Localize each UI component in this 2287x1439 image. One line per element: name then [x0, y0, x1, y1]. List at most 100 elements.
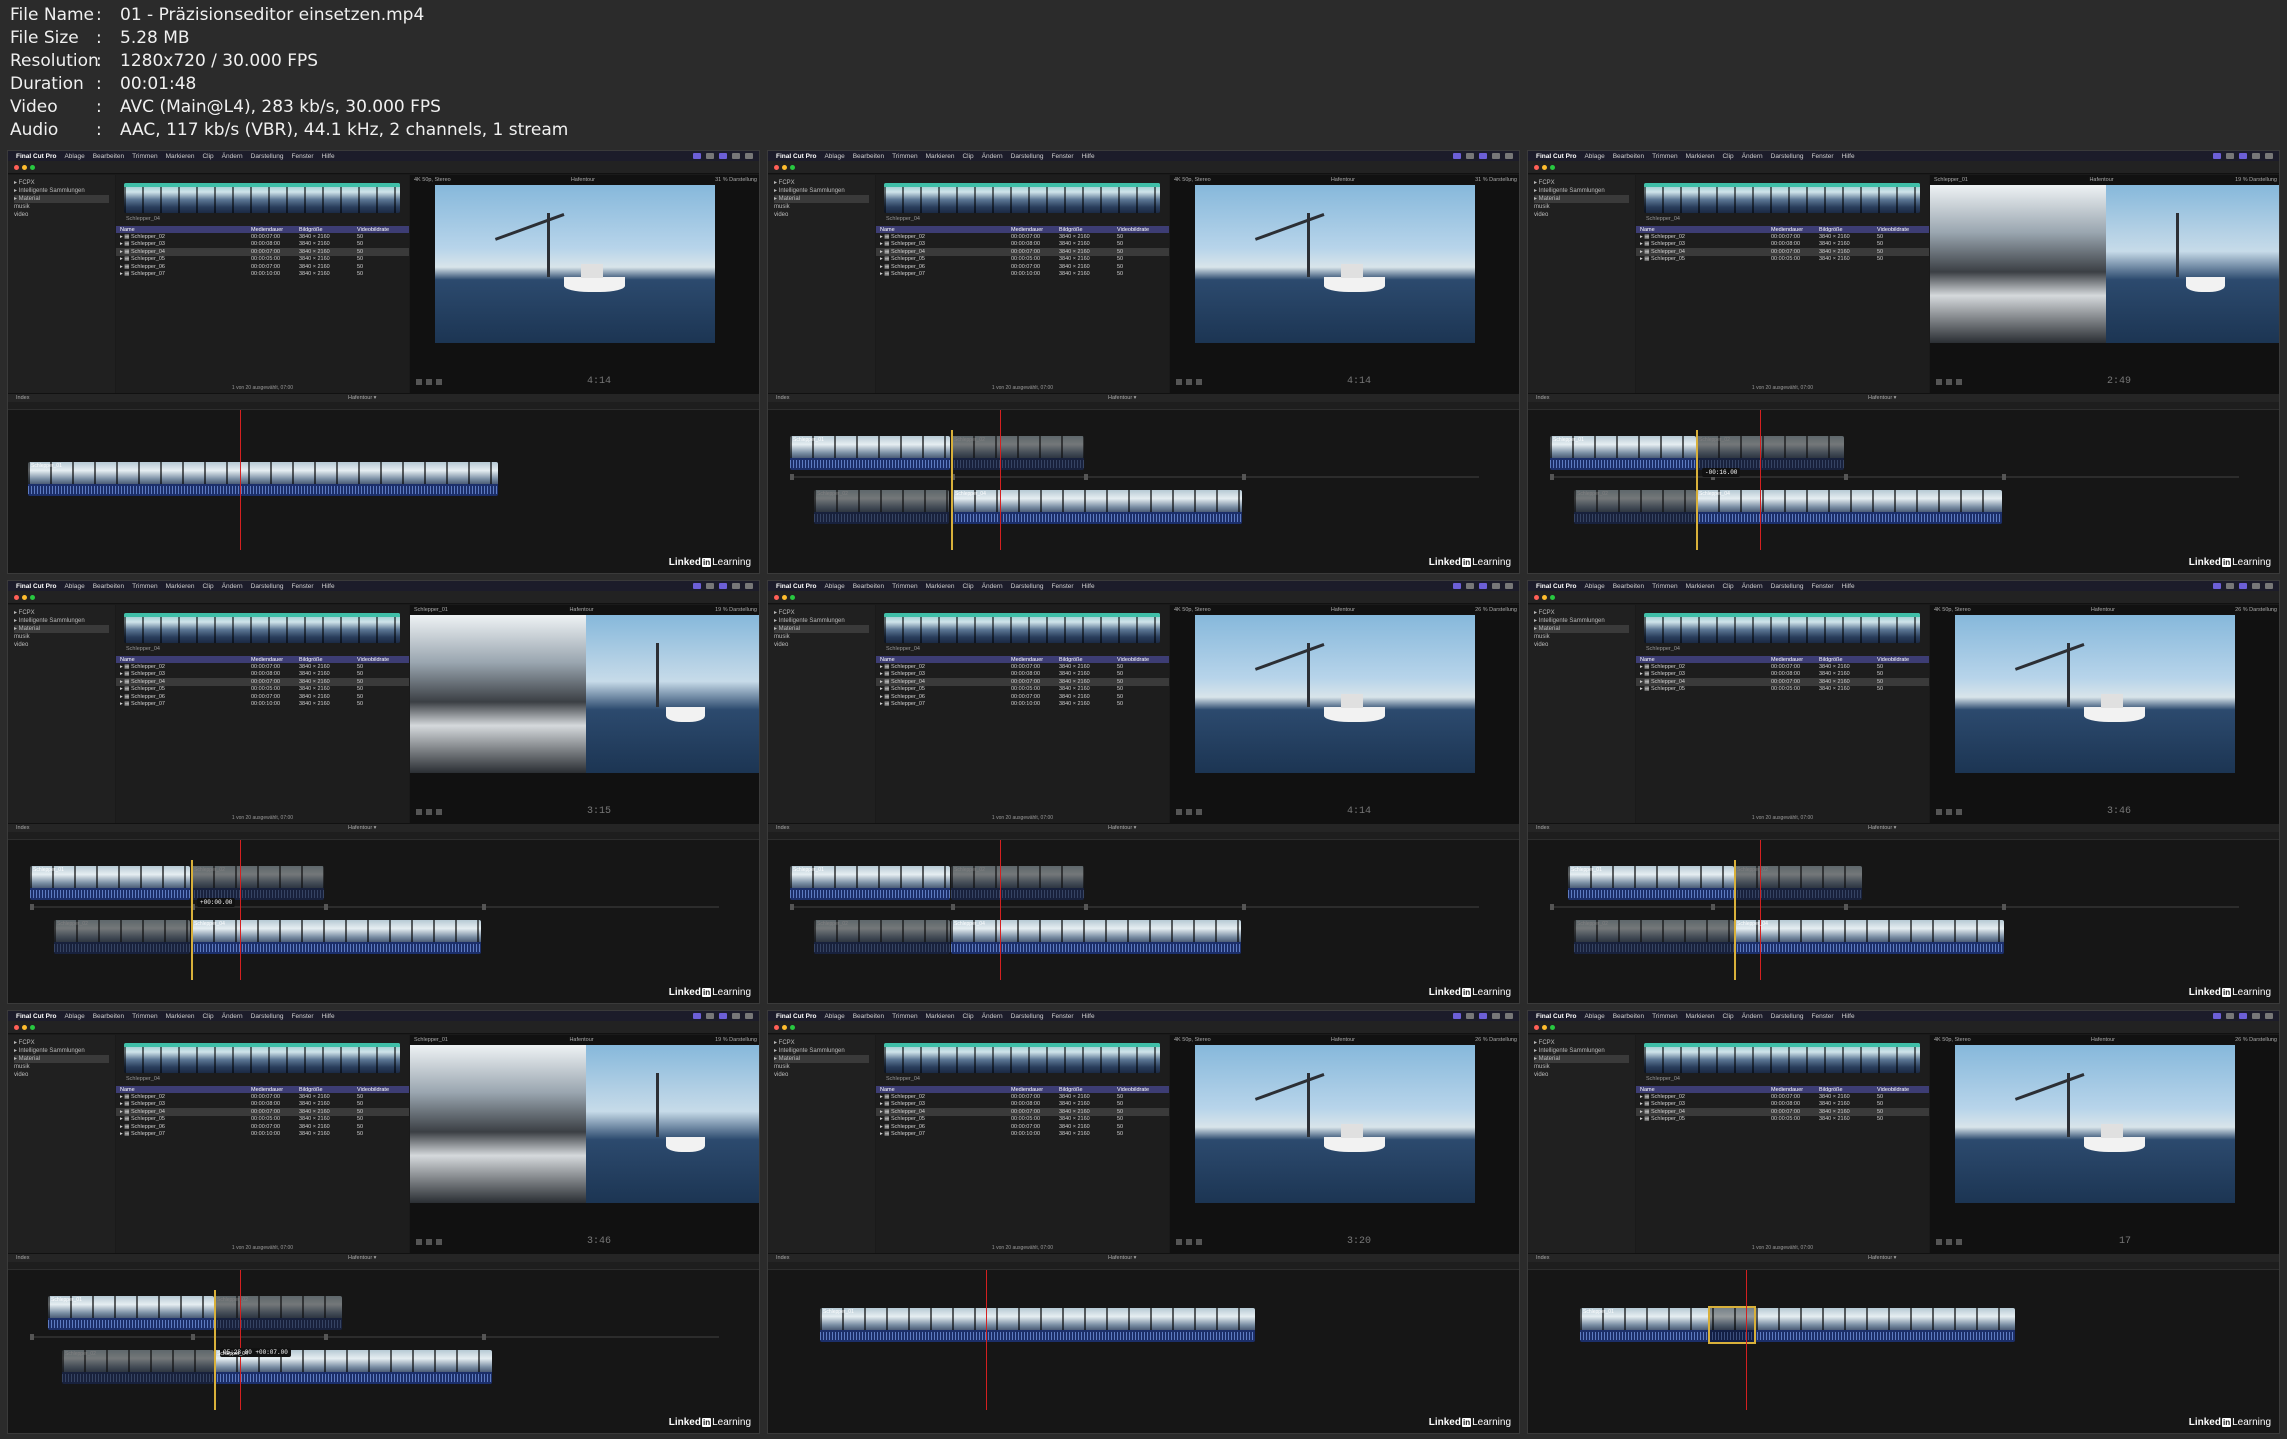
playhead[interactable]: [1000, 410, 1001, 550]
sidebar-item[interactable]: video: [1534, 211, 1629, 219]
playhead[interactable]: [986, 1270, 987, 1410]
edit-point[interactable]: [1696, 430, 1698, 550]
trim-handle[interactable]: [951, 904, 955, 910]
menu-item[interactable]: Bearbeiten: [93, 1013, 124, 1020]
menu-item[interactable]: Ablage: [1584, 583, 1604, 590]
menu-item[interactable]: Ändern: [1742, 1013, 1763, 1020]
window-control-icon[interactable]: [1534, 1025, 1539, 1030]
speed-icon[interactable]: [1196, 1239, 1202, 1245]
column-header[interactable]: Mediendauer: [1771, 1087, 1819, 1093]
menu-item[interactable]: Ablage: [1584, 153, 1604, 160]
menu-item[interactable]: Clip: [962, 1013, 973, 1020]
menu-item[interactable]: Markieren: [166, 153, 195, 160]
sidebar-item[interactable]: video: [14, 641, 109, 649]
sidebar-item[interactable]: video: [774, 641, 869, 649]
sidebar-item[interactable]: ▸ Intelligente Sammlungen: [774, 187, 869, 195]
sidebar-item[interactable]: ▸ Intelligente Sammlungen: [774, 617, 869, 625]
clip-filmstrip[interactable]: [1644, 183, 1920, 213]
trim-handle[interactable]: [324, 904, 328, 910]
menu-item[interactable]: Clip: [1722, 153, 1733, 160]
sidebar-item[interactable]: video: [774, 211, 869, 219]
column-header[interactable]: Bildgröße: [1819, 1087, 1877, 1093]
menu-item[interactable]: Ablage: [64, 583, 84, 590]
list-item[interactable]: ▸ ▦ Schlepper_04 00:00:07:00 3840 × 2160 50: [1636, 1108, 1929, 1116]
trim-handle[interactable]: [324, 1334, 328, 1340]
menu-item[interactable]: Fenster: [1812, 583, 1834, 590]
list-item[interactable]: ▸ ▦ Schlepper_03 00:00:08:00 3840 × 2160 50: [1636, 1101, 1929, 1109]
list-item[interactable]: ▸ ▦ Schlepper_04 00:00:07:00 3840 × 2160 50: [1636, 678, 1929, 686]
window-control-icon[interactable]: [774, 1025, 779, 1030]
playhead[interactable]: [240, 410, 241, 550]
column-header[interactable]: Name: [116, 227, 251, 233]
transform-icon[interactable]: [426, 1239, 432, 1245]
list-item[interactable]: ▸ ▦ Schlepper_03 00:00:08:00 3840 × 2160 50: [876, 671, 1169, 679]
menu-item[interactable]: Ablage: [64, 1013, 84, 1020]
menu-item[interactable]: Darstellung: [1771, 1013, 1804, 1020]
window-control-icon[interactable]: [22, 165, 27, 170]
timeline-clip[interactable]: Schlepper_01: [1550, 436, 1696, 470]
list-item[interactable]: ▸ ▦ Schlepper_06 00:00:07:00 3840 × 2160 50: [116, 693, 409, 701]
speed-icon[interactable]: [1956, 1239, 1962, 1245]
column-header[interactable]: Mediendauer: [1011, 657, 1059, 663]
timeline-clip[interactable]: Schlepper_01: [30, 866, 190, 900]
menu-item[interactable]: Ändern: [1742, 583, 1763, 590]
menu-item[interactable]: Hilfe: [1842, 583, 1855, 590]
menu-item[interactable]: Markieren: [166, 1013, 195, 1020]
menu-item[interactable]: Fenster: [1052, 1013, 1074, 1020]
column-header[interactable]: Bildgröße: [1059, 227, 1117, 233]
menu-item[interactable]: Trimmen: [892, 1013, 917, 1020]
index-button[interactable]: Index: [776, 825, 789, 831]
timeline-clip[interactable]: Schlepper_04: [952, 490, 1242, 524]
menu-item[interactable]: Hilfe: [1082, 583, 1095, 590]
menu-item[interactable]: Darstellung: [251, 153, 284, 160]
index-button[interactable]: Index: [16, 1255, 29, 1261]
column-header[interactable]: Mediendauer: [1011, 227, 1059, 233]
window-control-icon[interactable]: [22, 595, 27, 600]
playhead[interactable]: [1760, 840, 1761, 980]
menu-item[interactable]: Trimmen: [132, 583, 157, 590]
view-options-icon[interactable]: [1176, 1239, 1182, 1245]
list-item[interactable]: ▸ ▦ Schlepper_05 00:00:05:00 3840 × 2160 50: [876, 1116, 1169, 1124]
timeline-clip[interactable]: Schlepper_02: [814, 920, 950, 954]
sidebar-item[interactable]: ▸ FCPX: [774, 609, 869, 617]
index-button[interactable]: Index: [776, 1255, 789, 1261]
menu-item[interactable]: Hilfe: [1082, 1013, 1095, 1020]
column-header[interactable]: Name: [1636, 227, 1771, 233]
trim-handle[interactable]: [1242, 474, 1246, 480]
trim-handle[interactable]: [30, 1334, 34, 1340]
sidebar-item[interactable]: video: [774, 1071, 869, 1079]
trim-handle[interactable]: [1084, 904, 1088, 910]
column-header[interactable]: Name: [1636, 1087, 1771, 1093]
menu-item[interactable]: Clip: [202, 1013, 213, 1020]
index-button[interactable]: Index: [1536, 1255, 1549, 1261]
timeline-clip[interactable]: Schlepper_02: [191, 866, 324, 900]
menu-item[interactable]: Fenster: [292, 153, 314, 160]
window-control-icon[interactable]: [782, 595, 787, 600]
trim-handle[interactable]: [1084, 474, 1088, 480]
view-options-icon[interactable]: [416, 379, 422, 385]
menu-item[interactable]: Markieren: [1686, 1013, 1715, 1020]
timeline-clip[interactable]: Schlepper_02: [814, 490, 949, 524]
column-header[interactable]: Name: [876, 1087, 1011, 1093]
view-options-icon[interactable]: [416, 809, 422, 815]
sidebar-item[interactable]: ▸ Intelligente Sammlungen: [14, 1047, 109, 1055]
trim-handle[interactable]: [1550, 474, 1554, 480]
timeline-clip[interactable]: Schlepper_02: [214, 1296, 342, 1330]
menu-item[interactable]: Ablage: [824, 583, 844, 590]
sidebar-item[interactable]: ▸ Material: [774, 625, 869, 633]
menu-item[interactable]: Markieren: [926, 153, 955, 160]
menu-item[interactable]: Darstellung: [1771, 583, 1804, 590]
menu-item[interactable]: Hilfe: [322, 583, 335, 590]
column-header[interactable]: Bildgröße: [1819, 227, 1877, 233]
clip-filmstrip[interactable]: [884, 183, 1160, 213]
sidebar-item[interactable]: musik: [774, 203, 869, 211]
menu-item[interactable]: Bearbeiten: [1613, 153, 1644, 160]
trim-handle[interactable]: [2002, 904, 2006, 910]
list-item[interactable]: ▸ ▦ Schlepper_05 00:00:05:00 3840 × 2160 50: [116, 1116, 409, 1124]
sidebar-item[interactable]: ▸ FCPX: [1534, 179, 1629, 187]
sidebar-item[interactable]: ▸ Material: [14, 625, 109, 633]
sidebar-item[interactable]: video: [14, 1071, 109, 1079]
window-control-icon[interactable]: [1534, 595, 1539, 600]
speed-icon[interactable]: [436, 809, 442, 815]
index-button[interactable]: Index: [1536, 395, 1549, 401]
